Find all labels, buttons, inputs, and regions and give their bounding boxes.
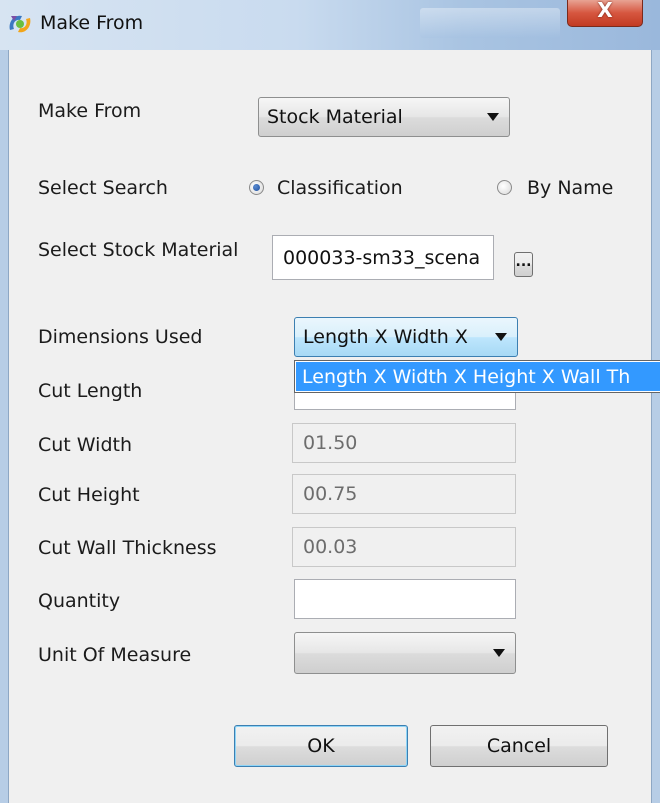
dimensions-used-value: Length X Width X — [303, 326, 468, 348]
unit-of-measure-label: Unit Of Measure — [38, 644, 192, 666]
ok-button[interactable]: OK — [234, 725, 408, 767]
cut-wall-thickness-field[interactable]: 00.03 — [292, 527, 516, 567]
quantity-label: Quantity — [38, 590, 121, 612]
chevron-down-icon — [493, 649, 505, 657]
dropdown-option-highlighted[interactable]: Length X Width X Height X Wall Th — [296, 362, 660, 391]
stock-material-value: 000033-sm33_scena — [283, 246, 481, 269]
classification-label[interactable]: Classification — [277, 177, 403, 199]
make-from-value: Stock Material — [267, 106, 403, 128]
select-stock-material-label: Select Stock Material — [38, 239, 239, 261]
cut-width-field[interactable]: 01.50 — [292, 423, 516, 463]
cut-width-value: 01.50 — [303, 432, 358, 454]
select-search-label: Select Search — [38, 177, 168, 199]
make-from-dropdown[interactable]: Stock Material — [258, 97, 510, 137]
background-window-ghost — [420, 8, 560, 38]
make-from-label: Make From — [38, 100, 142, 122]
window-frame-right — [652, 50, 660, 803]
classification-radio[interactable] — [249, 180, 264, 195]
by-name-radio[interactable] — [497, 180, 512, 195]
cut-height-field[interactable]: 00.75 — [292, 474, 516, 514]
close-button[interactable]: X — [567, 0, 643, 27]
window-title: Make From — [40, 12, 144, 34]
cut-wall-thickness-label: Cut Wall Thickness — [38, 537, 217, 559]
dimensions-dropdown-list: Length X Width X Height X Wall Th — [294, 360, 660, 393]
stock-material-field[interactable]: 000033-sm33_scena — [272, 235, 494, 280]
chevron-down-icon — [487, 113, 499, 121]
close-icon: X — [597, 0, 613, 22]
dimensions-used-label: Dimensions Used — [38, 326, 203, 348]
radio-selected-dot — [253, 184, 260, 191]
dimensions-used-dropdown[interactable]: Length X Width X — [294, 317, 518, 357]
title-bar: Make From X — [0, 0, 660, 50]
by-name-label[interactable]: By Name — [527, 177, 613, 199]
dropdown-option-label: Length X Width X Height X Wall Th — [302, 365, 631, 388]
window-frame-left — [0, 50, 8, 803]
app-logo-icon — [9, 15, 31, 33]
quantity-field[interactable] — [294, 579, 516, 619]
cut-length-label: Cut Length — [38, 380, 143, 402]
browse-button[interactable]: ... — [514, 252, 533, 277]
cut-height-value: 00.75 — [303, 483, 358, 505]
cut-height-label: Cut Height — [38, 484, 140, 506]
cancel-button[interactable]: Cancel — [430, 725, 608, 767]
unit-of-measure-dropdown[interactable] — [294, 632, 516, 674]
chevron-down-icon — [495, 333, 507, 341]
cut-width-label: Cut Width — [38, 434, 132, 456]
cut-wall-thickness-value: 00.03 — [303, 536, 358, 558]
